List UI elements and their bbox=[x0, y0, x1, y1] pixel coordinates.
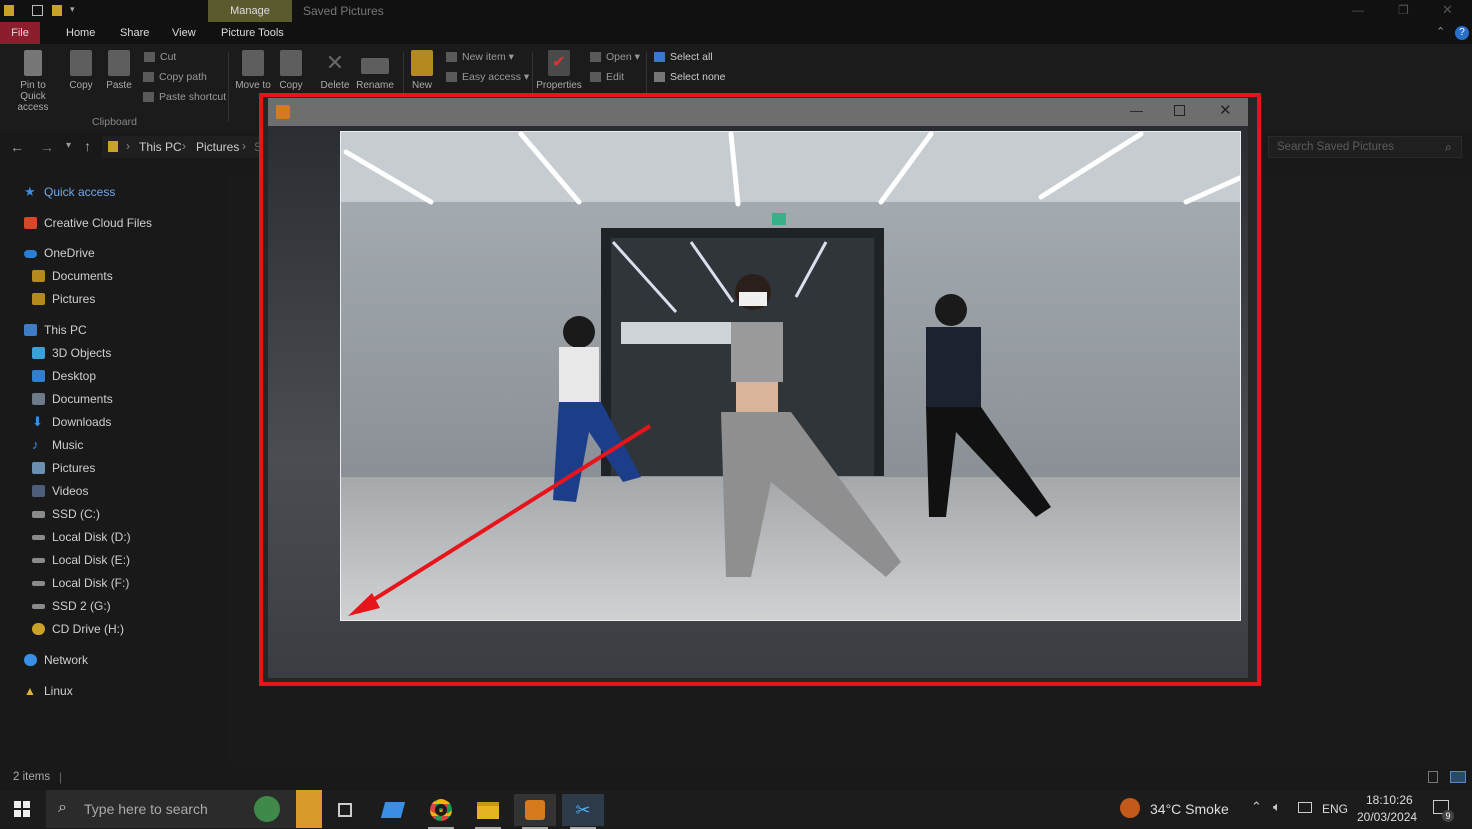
file-explorer-icon[interactable] bbox=[467, 794, 509, 829]
weather-icon[interactable] bbox=[1120, 798, 1140, 818]
network-status-icon[interactable] bbox=[1298, 802, 1312, 813]
search-highlight-icon bbox=[254, 796, 280, 822]
annotation-overlay bbox=[348, 424, 652, 616]
taskbar-search-placeholder: Type here to search bbox=[84, 801, 208, 817]
taskbar: ⌕ Type here to search ✂ 34°C Smoke ⌃ 🔈︎ … bbox=[0, 790, 1472, 829]
notification-count-badge: 9 bbox=[1442, 810, 1454, 822]
snipping-tool-icon[interactable]: ✂ bbox=[562, 794, 604, 829]
taskbar-search-box[interactable]: ⌕ Type here to search bbox=[46, 790, 322, 828]
media-player-taskbar-icon[interactable] bbox=[514, 794, 556, 829]
windows-start-icon[interactable] bbox=[14, 801, 30, 817]
chrome-icon[interactable] bbox=[420, 794, 462, 829]
search-icon: ⌕ bbox=[58, 799, 67, 816]
show-hidden-icons-icon[interactable]: ⌃ bbox=[1251, 799, 1262, 815]
taskbar-app-icon[interactable] bbox=[372, 794, 414, 826]
task-view-icon[interactable] bbox=[324, 794, 366, 826]
red-arrow-line bbox=[363, 424, 652, 607]
search-highlight-image bbox=[296, 790, 322, 828]
clock-time[interactable]: 18:10:26 bbox=[1366, 793, 1413, 807]
weather-text[interactable]: 34°C Smoke bbox=[1150, 801, 1229, 817]
language-indicator[interactable]: ENG bbox=[1322, 802, 1348, 816]
volume-icon[interactable]: 🔈︎ bbox=[1273, 799, 1281, 815]
clock-date[interactable]: 20/03/2024 bbox=[1357, 810, 1417, 824]
